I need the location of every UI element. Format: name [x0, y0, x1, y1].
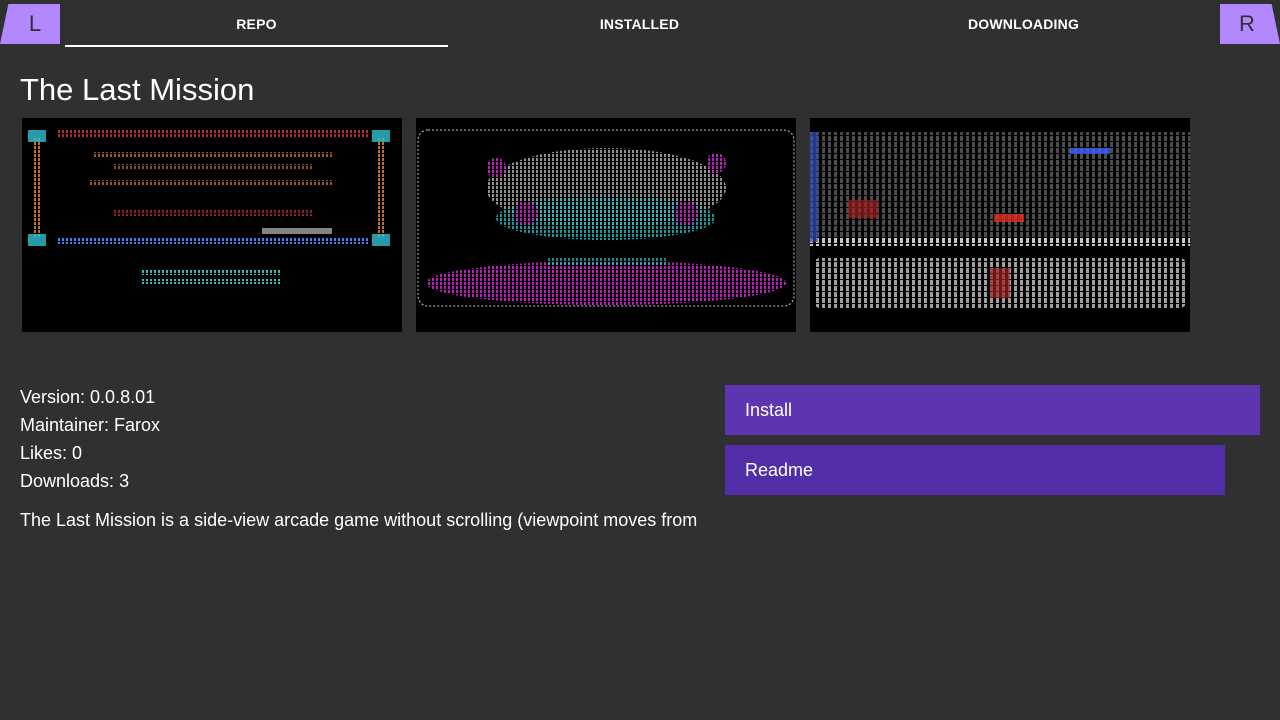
downloads-row: Downloads: 3 [20, 470, 160, 498]
tab-repo[interactable]: REPO [65, 0, 448, 48]
version-row: Version: 0.0.8.01 [20, 386, 160, 414]
likes-row: Likes: 0 [20, 442, 160, 470]
likes-value: 0 [72, 443, 83, 463]
readme-button[interactable]: Readme [725, 445, 1225, 495]
screenshot-title-screen [22, 118, 402, 332]
downloads-label: Downloads: [20, 471, 120, 491]
version-label: Version: [20, 387, 91, 407]
screenshot-ship-screen [416, 118, 796, 332]
app-info: Version: 0.0.8.01 Maintainer: Farox Like… [20, 386, 160, 498]
maintainer-row: Maintainer: Farox [20, 414, 160, 442]
maintainer-value: Farox [114, 415, 161, 435]
install-button[interactable]: Install [725, 385, 1260, 435]
level-screen-image [810, 132, 1190, 308]
app-description: The Last Mission is a side-view arcade g… [20, 510, 698, 530]
likes-label: Likes: [20, 443, 73, 463]
maintainer-label: Maintainer: [20, 415, 115, 435]
tab-installed[interactable]: INSTALLED [448, 0, 831, 48]
tab-downloading[interactable]: DOWNLOADING [831, 0, 1216, 48]
right-shoulder-button[interactable]: R [1220, 4, 1280, 44]
top-navigation-bar: L REPO INSTALLED DOWNLOADING R [0, 0, 1280, 48]
downloads-value: 3 [119, 471, 130, 491]
ship-screen-image [417, 129, 795, 307]
title-screen-image [28, 130, 390, 284]
screenshot-level-screen [810, 118, 1190, 332]
left-shoulder-button[interactable]: L [0, 4, 60, 44]
app-title: The Last Mission [20, 72, 255, 107]
version-value: 0.0.8.01 [90, 387, 156, 407]
